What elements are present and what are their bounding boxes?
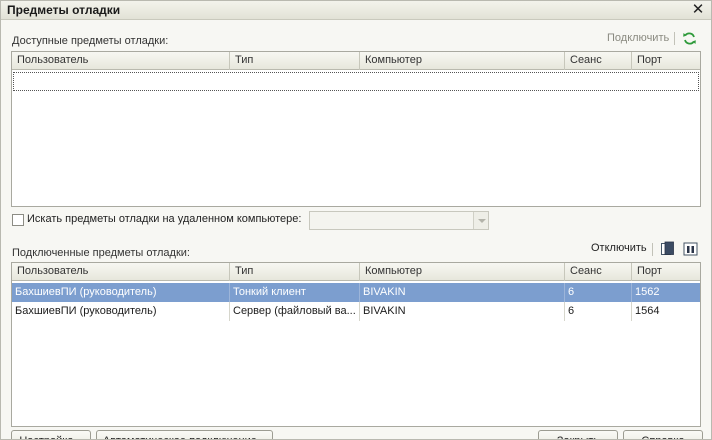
column-user[interactable]: Пользователь bbox=[12, 52, 230, 70]
pause-icon[interactable] bbox=[683, 241, 698, 259]
empty-focus-row[interactable] bbox=[13, 72, 699, 91]
column-computer[interactable]: Компьютер bbox=[360, 52, 565, 70]
available-items-label: Доступные предметы отладки: bbox=[12, 35, 169, 47]
table-body[interactable] bbox=[12, 71, 700, 206]
cell-computer: BIVAKIN bbox=[360, 302, 565, 321]
toolbar-separator bbox=[652, 243, 653, 256]
cell-session: 6 bbox=[565, 302, 632, 321]
cell-type: Сервер (файловый ва... bbox=[230, 302, 360, 321]
cell-user: БахшиевПИ (руководитель) bbox=[12, 283, 230, 302]
help-button[interactable]: Справка bbox=[623, 430, 703, 439]
debug-items-window: Предметы отладки ✕ Доступные предметы от… bbox=[0, 0, 712, 440]
column-session[interactable]: Сеанс bbox=[565, 52, 632, 70]
remote-search-checkbox[interactable] bbox=[12, 214, 24, 226]
column-type[interactable]: Тип bbox=[230, 263, 360, 281]
table-header: Пользователь Тип Компьютер Сеанс Порт bbox=[12, 52, 700, 70]
close-button[interactable]: Закрыть bbox=[538, 430, 618, 439]
column-port[interactable]: Порт bbox=[632, 263, 700, 281]
cell-user: БахшиевПИ (руководитель) bbox=[12, 302, 230, 321]
cell-computer: BIVAKIN bbox=[360, 283, 565, 302]
window-title: Предметы отладки bbox=[7, 3, 121, 17]
column-computer[interactable]: Компьютер bbox=[360, 263, 565, 281]
copy-icon[interactable] bbox=[660, 241, 675, 259]
disconnect-button[interactable]: Отключить bbox=[591, 242, 647, 254]
refresh-icon[interactable] bbox=[682, 31, 697, 49]
column-port[interactable]: Порт bbox=[632, 52, 700, 70]
available-items-table[interactable]: Пользователь Тип Компьютер Сеанс Порт bbox=[11, 51, 701, 207]
connected-items-label: Подключенные предметы отладки: bbox=[12, 247, 190, 259]
auto-connect-button[interactable]: Автоматическое подключение... bbox=[96, 430, 273, 439]
table-header: Пользователь Тип Компьютер Сеанс Порт bbox=[12, 263, 700, 281]
column-user[interactable]: Пользователь bbox=[12, 263, 230, 281]
toolbar-separator bbox=[674, 32, 675, 45]
cell-port: 1564 bbox=[635, 305, 660, 317]
cell-port: 1562 bbox=[635, 286, 660, 298]
remote-search-label: Искать предметы отладки на удаленном ком… bbox=[27, 213, 302, 225]
connect-button[interactable]: Подключить bbox=[607, 32, 669, 44]
remote-computer-select[interactable] bbox=[309, 211, 489, 230]
column-session[interactable]: Сеанс bbox=[565, 263, 632, 281]
cell-session: 6 bbox=[565, 283, 632, 302]
close-icon[interactable]: ✕ bbox=[690, 2, 706, 18]
chevron-down-icon[interactable] bbox=[473, 212, 488, 229]
title-bar: Предметы отладки ✕ bbox=[1, 1, 711, 20]
connected-items-table[interactable]: Пользователь Тип Компьютер Сеанс Порт Ба… bbox=[11, 262, 701, 427]
column-type[interactable]: Тип bbox=[230, 52, 360, 70]
table-row[interactable]: БахшиевПИ (руководитель) Сервер (файловы… bbox=[12, 302, 700, 321]
table-row[interactable]: БахшиевПИ (руководитель) Тонкий клиент B… bbox=[12, 283, 700, 302]
settings-button[interactable]: Настройка... bbox=[11, 430, 91, 439]
cell-type: Тонкий клиент bbox=[230, 283, 360, 302]
